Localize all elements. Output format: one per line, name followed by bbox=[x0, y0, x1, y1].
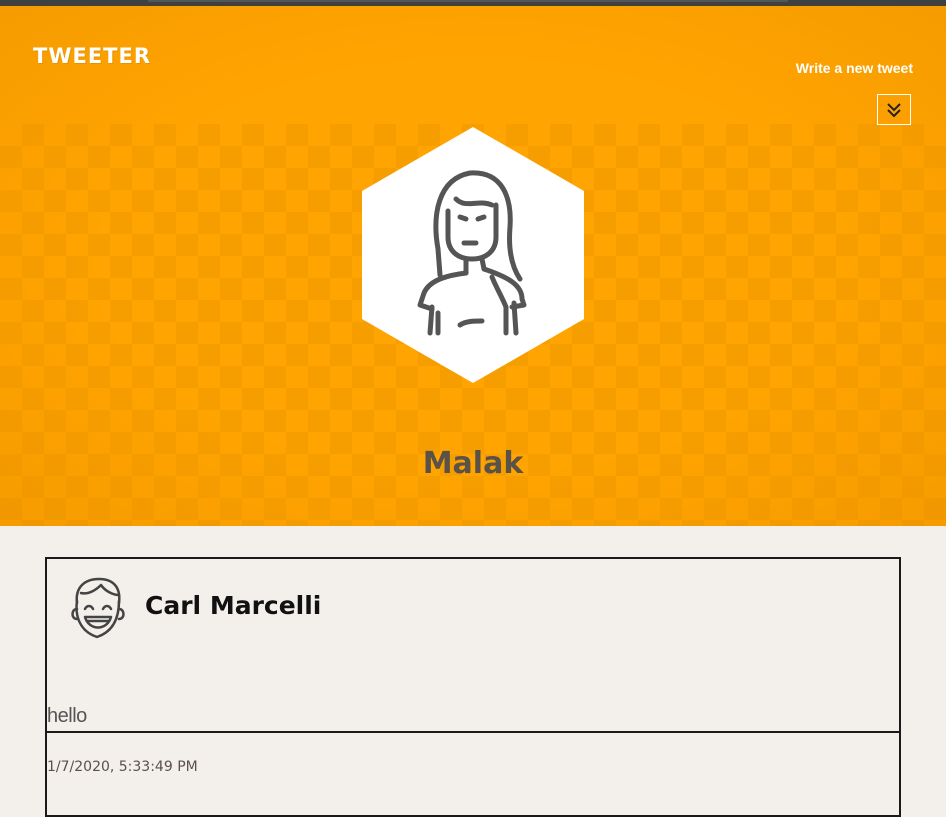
profile-avatar bbox=[362, 127, 584, 383]
hexagon-frame bbox=[362, 127, 584, 383]
tweet-author[interactable]: Carl Marcelli bbox=[145, 591, 321, 620]
brand-logo[interactable]: TWEETER bbox=[33, 44, 151, 68]
author-avatar bbox=[67, 575, 127, 643]
tweet-timestamp: 1/7/2020, 5:33:49 PM bbox=[47, 759, 198, 775]
laughing-man-avatar-icon bbox=[71, 577, 125, 639]
tweet-card: Carl Marcelli hello 1/7/2020, 5:33:49 PM bbox=[45, 557, 901, 817]
write-tweet-link[interactable]: Write a new tweet bbox=[796, 60, 913, 76]
double-chevron-down-icon bbox=[887, 102, 901, 117]
profile-hero: TWEETER Write a new tweet Malak bbox=[0, 6, 946, 526]
profile-name: Malak bbox=[422, 446, 524, 481]
tweet-header: Carl Marcelli hello bbox=[47, 559, 899, 733]
toggle-compose-button[interactable] bbox=[877, 94, 911, 125]
tweet-content: hello bbox=[47, 705, 87, 727]
address-bar[interactable] bbox=[148, 0, 788, 2]
